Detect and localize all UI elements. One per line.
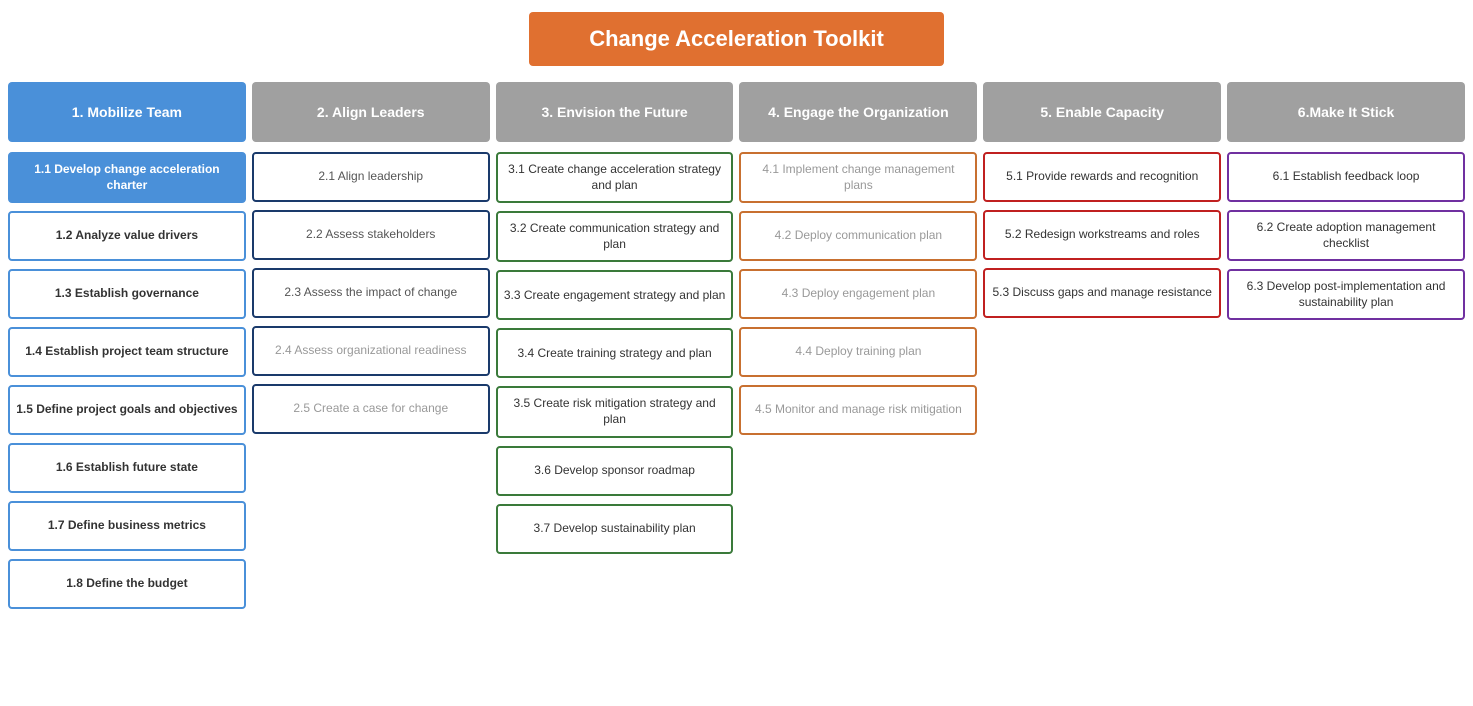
card-col1-6[interactable]: 1.7 Define business metrics xyxy=(8,501,246,551)
column-header-col6: 6.Make It Stick xyxy=(1227,82,1465,142)
card-col3-2[interactable]: 3.3 Create engagement strategy and plan xyxy=(496,270,734,320)
column-col3: 3. Envision the Future 3.1 Create change … xyxy=(496,82,734,617)
card-col1-2[interactable]: 1.3 Establish governance xyxy=(8,269,246,319)
card-col4-3[interactable]: 4.4 Deploy training plan xyxy=(739,327,977,377)
card-col1-5[interactable]: 1.6 Establish future state xyxy=(8,443,246,493)
column-col1: 1. Mobilize Team 1.1 Develop change accel… xyxy=(8,82,246,617)
card-col2-2[interactable]: 2.3 Assess the impact of change xyxy=(252,268,490,318)
card-col3-0[interactable]: 3.1 Create change acceleration strategy … xyxy=(496,152,734,203)
card-col3-1[interactable]: 3.2 Create communication strategy and pl… xyxy=(496,211,734,262)
card-col1-1[interactable]: 1.2 Analyze value drivers xyxy=(8,211,246,261)
column-col6: 6.Make It Stick 6.1 Establish feedback lo… xyxy=(1227,82,1465,617)
main-title: Change Acceleration Toolkit xyxy=(529,12,944,66)
card-col3-3[interactable]: 3.4 Create training strategy and plan xyxy=(496,328,734,378)
card-col2-3[interactable]: 2.4 Assess organizational readiness xyxy=(252,326,490,376)
card-col2-0[interactable]: 2.1 Align leadership xyxy=(252,152,490,202)
column-col4: 4. Engage the Organization 4.1 Implement … xyxy=(739,82,977,617)
header-area: Change Acceleration Toolkit xyxy=(0,0,1473,82)
card-col3-6[interactable]: 3.7 Develop sustainability plan xyxy=(496,504,734,554)
card-col4-0[interactable]: 4.1 Implement change management plans xyxy=(739,152,977,203)
card-col1-4[interactable]: 1.5 Define project goals and objectives xyxy=(8,385,246,435)
card-col1-7[interactable]: 1.8 Define the budget xyxy=(8,559,246,609)
card-col6-2[interactable]: 6.3 Develop post-implementation and sust… xyxy=(1227,269,1465,320)
card-col4-4[interactable]: 4.5 Monitor and manage risk mitigation xyxy=(739,385,977,435)
card-col5-0[interactable]: 5.1 Provide rewards and recognition xyxy=(983,152,1221,202)
card-col2-1[interactable]: 2.2 Assess stakeholders xyxy=(252,210,490,260)
card-col5-1[interactable]: 5.2 Redesign workstreams and roles xyxy=(983,210,1221,260)
card-col2-4[interactable]: 2.5 Create a case for change xyxy=(252,384,490,434)
card-col5-2[interactable]: 5.3 Discuss gaps and manage resistance xyxy=(983,268,1221,318)
column-header-col3: 3. Envision the Future xyxy=(496,82,734,142)
column-header-col4: 4. Engage the Organization xyxy=(739,82,977,142)
column-header-col2: 2. Align Leaders xyxy=(252,82,490,142)
card-col3-5[interactable]: 3.6 Develop sponsor roadmap xyxy=(496,446,734,496)
card-col1-0[interactable]: 1.1 Develop change acceleration charter xyxy=(8,152,246,203)
column-header-col5: 5. Enable Capacity xyxy=(983,82,1221,142)
card-col1-3[interactable]: 1.4 Establish project team structure xyxy=(8,327,246,377)
card-col4-1[interactable]: 4.2 Deploy communication plan xyxy=(739,211,977,261)
card-col6-0[interactable]: 6.1 Establish feedback loop xyxy=(1227,152,1465,202)
main-grid: 1. Mobilize Team 1.1 Develop change accel… xyxy=(0,82,1473,617)
card-col3-4[interactable]: 3.5 Create risk mitigation strategy and … xyxy=(496,386,734,437)
column-header-col1: 1. Mobilize Team xyxy=(8,82,246,142)
column-col2: 2. Align Leaders 2.1 Align leadership 2.2 … xyxy=(252,82,490,617)
card-col6-1[interactable]: 6.2 Create adoption management checklist xyxy=(1227,210,1465,261)
card-col4-2[interactable]: 4.3 Deploy engagement plan xyxy=(739,269,977,319)
column-col5: 5. Enable Capacity 5.1 Provide rewards an… xyxy=(983,82,1221,617)
